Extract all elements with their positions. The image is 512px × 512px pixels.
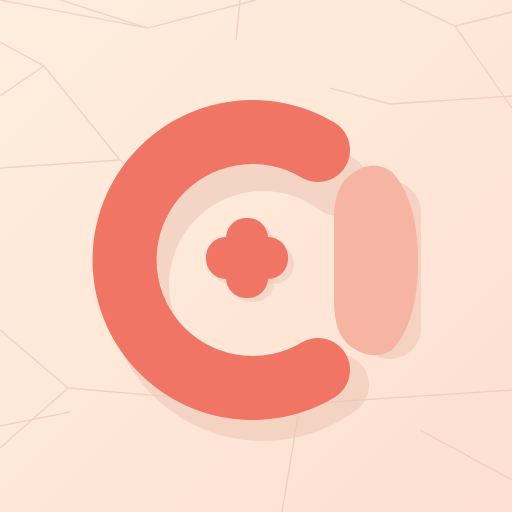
app-icon-graphic <box>0 0 512 512</box>
app-icon <box>0 0 512 512</box>
right-segment <box>334 165 418 356</box>
